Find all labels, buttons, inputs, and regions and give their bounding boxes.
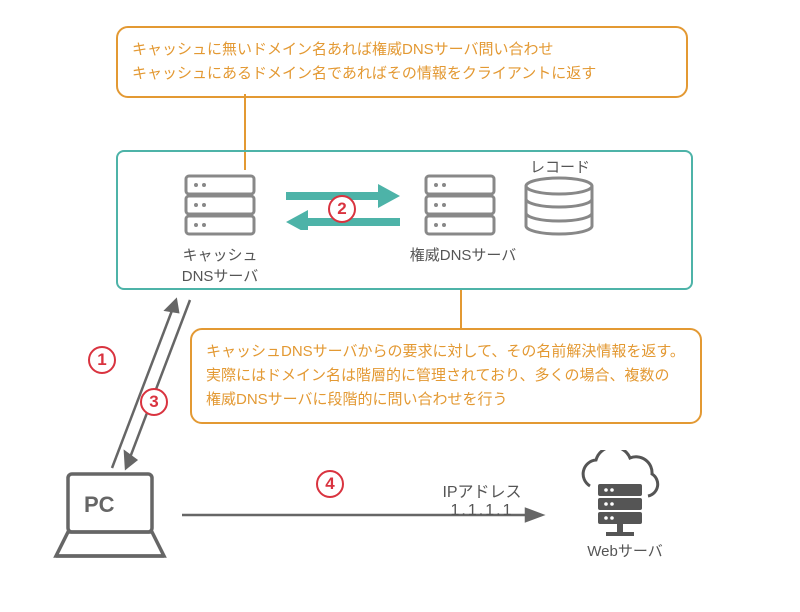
- server-icon: [180, 170, 260, 240]
- note-line: キャッシュDNSサーバからの要求に対して、その名前解決情報を返す。: [206, 340, 686, 364]
- server-icon: [420, 170, 500, 240]
- note-line: 権威DNSサーバに段階的に問い合わせを行う: [206, 388, 686, 412]
- ip-address: IPアドレス 1.1.1.1: [432, 478, 532, 520]
- note-line: キャッシュにあるドメイン名であればその情報をクライアントに返す: [132, 62, 672, 86]
- auth-server-note: キャッシュDNSサーバからの要求に対して、その名前解決情報を返す。 実際にはドメ…: [190, 328, 702, 424]
- step-3-badge: 3: [140, 388, 168, 416]
- web-server-label: Webサーバ: [580, 540, 670, 561]
- request-response-arrows: [90, 290, 210, 480]
- step-2-badge: 2: [328, 195, 356, 223]
- step-4-badge: 4: [316, 470, 344, 498]
- records-label: レコード: [525, 156, 595, 177]
- cache-server-note: キャッシュに無いドメイン名あれば権威DNSサーバ問い合わせ キャッシュにあるドメ…: [116, 26, 688, 98]
- auth-server-label: 権威DNSサーバ: [408, 244, 518, 265]
- note-line: 実際にはドメイン名は階層的に管理されており、多くの場合、複数の: [206, 364, 686, 388]
- note-line: キャッシュに無いドメイン名あれば権威DNSサーバ問い合わせ: [132, 38, 672, 62]
- web-server-icon: [570, 450, 670, 540]
- step-1-badge: 1: [88, 346, 116, 374]
- pc-label: PC: [84, 492, 115, 518]
- database-icon: [520, 176, 598, 238]
- cache-server-label: キャッシュ DNSサーバ: [180, 244, 260, 286]
- connector-line: [460, 290, 462, 330]
